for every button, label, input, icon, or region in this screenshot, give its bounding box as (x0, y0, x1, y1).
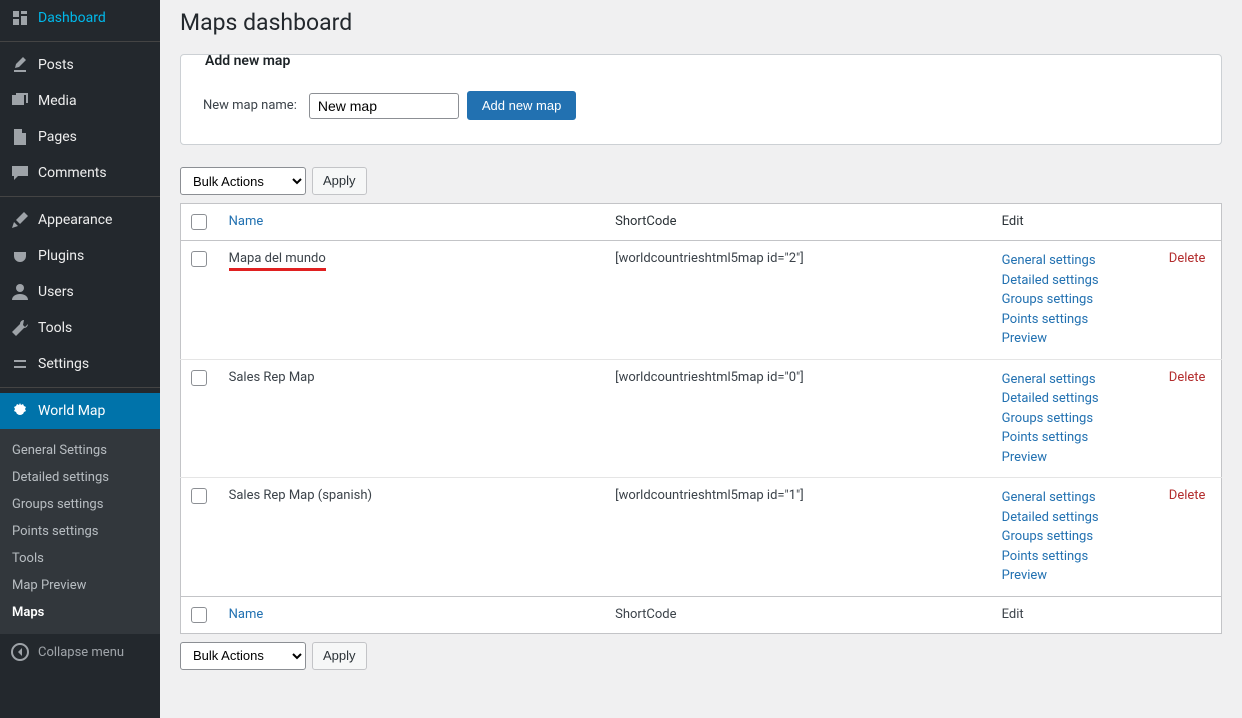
subitem-general-settings[interactable]: General Settings (0, 437, 160, 464)
dashboard-icon (10, 8, 30, 28)
edit-link[interactable]: Points settings (1002, 310, 1149, 330)
plug-icon (10, 246, 30, 266)
edit-link[interactable]: Preview (1002, 329, 1149, 349)
col-name-footer[interactable]: Name (229, 607, 264, 622)
map-name: Sales Rep Map (229, 370, 315, 385)
bulk-actions-select-bottom[interactable]: Bulk Actions (180, 642, 306, 670)
subitem-points-settings[interactable]: Points settings (0, 518, 160, 545)
main-content: Maps dashboard Add new map New map name:… (160, 0, 1242, 718)
map-name: Sales Rep Map (spanish) (229, 488, 372, 503)
admin-sidebar: Dashboard Posts Media Pages Comments App… (0, 0, 160, 718)
sidebar-item-media[interactable]: Media (0, 83, 160, 119)
sidebar-label: Comments (38, 164, 107, 182)
subitem-map-preview[interactable]: Map Preview (0, 572, 160, 599)
sidebar-item-tools[interactable]: Tools (0, 310, 160, 346)
edit-link[interactable]: General settings (1002, 488, 1149, 508)
sidebar-label: Dashboard (38, 9, 106, 27)
collapse-icon (10, 642, 30, 662)
edit-link[interactable]: Preview (1002, 566, 1149, 586)
col-name-header[interactable]: Name (229, 214, 264, 229)
edit-link[interactable]: Detailed settings (1002, 508, 1149, 528)
edit-link[interactable]: Detailed settings (1002, 271, 1149, 291)
sidebar-label: Users (38, 283, 74, 301)
media-icon (10, 91, 30, 111)
edit-link[interactable]: General settings (1002, 370, 1149, 390)
bulk-actions-select[interactable]: Bulk Actions (180, 167, 306, 195)
edit-link[interactable]: Groups settings (1002, 409, 1149, 429)
maps-table: Name ShortCode Edit Mapa del mundo [world… (180, 203, 1222, 634)
map-name: Mapa del mundo (229, 251, 326, 271)
subitem-maps[interactable]: Maps (0, 599, 160, 626)
sidebar-item-world-map[interactable]: World Map (0, 393, 160, 429)
sidebar-item-settings[interactable]: Settings (0, 346, 160, 382)
edit-link[interactable]: General settings (1002, 251, 1149, 271)
sidebar-label: Media (38, 92, 77, 110)
pin-icon (10, 55, 30, 75)
sidebar-label: Posts (38, 56, 74, 74)
sidebar-item-appearance[interactable]: Appearance (0, 202, 160, 238)
sidebar-item-posts[interactable]: Posts (0, 47, 160, 83)
users-icon (10, 282, 30, 302)
subitem-tools[interactable]: Tools (0, 545, 160, 572)
sidebar-label: Plugins (38, 247, 84, 265)
sidebar-item-dashboard[interactable]: Dashboard (0, 0, 160, 36)
table-row: Mapa del mundo [worldcountrieshtml5map id… (181, 241, 1222, 360)
collapse-menu[interactable]: Collapse menu (0, 634, 160, 670)
bulk-actions-top: Bulk Actions Apply (180, 167, 1222, 195)
apply-button-bottom[interactable]: Apply (312, 642, 367, 670)
settings-icon (10, 354, 30, 374)
row-checkbox[interactable] (191, 488, 207, 504)
delete-link[interactable]: Delete (1169, 251, 1206, 266)
sidebar-label: Pages (38, 128, 77, 146)
comment-icon (10, 163, 30, 183)
sidebar-label: Appearance (38, 211, 112, 229)
table-row: Sales Rep Map [worldcountrieshtml5map id=… (181, 359, 1222, 478)
new-map-input[interactable] (309, 93, 459, 119)
new-map-label: New map name: (203, 98, 297, 113)
select-all-checkbox[interactable] (191, 214, 207, 230)
add-new-map-panel: Add new map New map name: Add new map (180, 54, 1222, 145)
sidebar-item-plugins[interactable]: Plugins (0, 238, 160, 274)
brush-icon (10, 210, 30, 230)
shortcode-cell: [worldcountrieshtml5map id="0"] (605, 359, 992, 478)
apply-button[interactable]: Apply (312, 167, 367, 195)
col-edit-footer: Edit (992, 596, 1159, 633)
col-edit-header: Edit (992, 204, 1159, 241)
edit-link[interactable]: Detailed settings (1002, 389, 1149, 409)
row-checkbox[interactable] (191, 251, 207, 267)
select-all-checkbox-bottom[interactable] (191, 607, 207, 623)
shortcode-cell: [worldcountrieshtml5map id="1"] (605, 478, 992, 597)
edit-link[interactable]: Points settings (1002, 428, 1149, 448)
sidebar-label: Settings (38, 355, 89, 373)
sidebar-item-comments[interactable]: Comments (0, 155, 160, 191)
collapse-label: Collapse menu (38, 645, 124, 660)
sidebar-label: Tools (38, 319, 72, 337)
wrench-icon (10, 318, 30, 338)
page-title: Maps dashboard (180, 0, 1222, 40)
sidebar-label: World Map (38, 402, 105, 420)
delete-link[interactable]: Delete (1169, 370, 1206, 385)
shortcode-cell: [worldcountrieshtml5map id="2"] (605, 241, 992, 360)
col-shortcode-header: ShortCode (605, 204, 992, 241)
fieldset-legend: Add new map (199, 53, 296, 69)
subitem-groups-settings[interactable]: Groups settings (0, 491, 160, 518)
sidebar-submenu: General Settings Detailed settings Group… (0, 429, 160, 634)
sidebar-item-pages[interactable]: Pages (0, 119, 160, 155)
sidebar-item-users[interactable]: Users (0, 274, 160, 310)
gear-icon (10, 401, 30, 421)
table-row: Sales Rep Map (spanish) [worldcountriesht… (181, 478, 1222, 597)
edit-link[interactable]: Groups settings (1002, 527, 1149, 547)
subitem-detailed-settings[interactable]: Detailed settings (0, 464, 160, 491)
edit-link[interactable]: Groups settings (1002, 290, 1149, 310)
page-icon (10, 127, 30, 147)
col-shortcode-footer: ShortCode (605, 596, 992, 633)
delete-link[interactable]: Delete (1169, 488, 1206, 503)
edit-link[interactable]: Points settings (1002, 547, 1149, 567)
add-new-map-button[interactable]: Add new map (467, 91, 577, 120)
edit-link[interactable]: Preview (1002, 448, 1149, 468)
bulk-actions-bottom: Bulk Actions Apply (180, 642, 1222, 670)
row-checkbox[interactable] (191, 370, 207, 386)
